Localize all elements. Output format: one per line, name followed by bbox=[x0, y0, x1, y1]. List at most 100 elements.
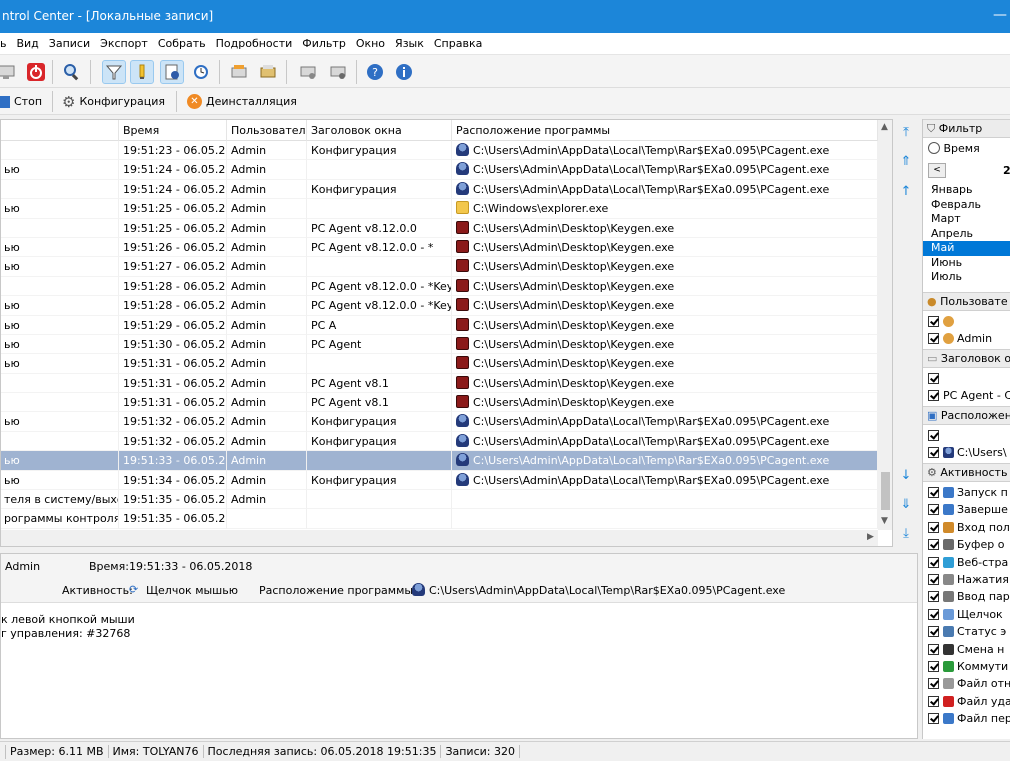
table-row[interactable]: 19:51:32 - 06.05.2018AdminКонфигурация C:… bbox=[1, 431, 878, 452]
column-activity[interactable] bbox=[1, 120, 119, 141]
window-filter-item[interactable]: PC Agent - C bbox=[923, 387, 1010, 404]
checkbox-icon[interactable] bbox=[928, 556, 939, 568]
location-filter-header[interactable]: ▣ Расположен bbox=[923, 406, 1010, 425]
activity-filter-item[interactable]: Файл уда bbox=[923, 693, 1010, 710]
config-button[interactable]: ⚙ Конфигурация bbox=[62, 91, 165, 112]
month-item[interactable]: Июнь bbox=[923, 256, 1010, 271]
power-icon[interactable] bbox=[24, 60, 48, 84]
table-row[interactable]: ью19:51:28 - 06.05.2018AdminPC Agent v8.… bbox=[1, 296, 878, 316]
table-row[interactable]: 19:51:31 - 06.05.2018AdminPC Agent v8.1 C… bbox=[1, 373, 878, 394]
checkbox-icon[interactable] bbox=[928, 713, 939, 725]
menu-export[interactable]: Экспорт bbox=[95, 37, 153, 50]
checkbox-icon[interactable] bbox=[928, 447, 939, 458]
column-window-title[interactable]: Заголовок окна bbox=[307, 120, 452, 141]
activity-filter-item[interactable]: Запуск п bbox=[923, 484, 1010, 501]
go-last-icon[interactable]: ⤓ bbox=[899, 527, 913, 541]
user-filter-item[interactable]: Admin bbox=[923, 330, 1010, 347]
activity-filter-item[interactable]: Щелчок bbox=[923, 606, 1010, 623]
table-row[interactable]: ью19:51:25 - 06.05.2018Admin C:\Windows\e… bbox=[1, 199, 878, 219]
horizontal-scrollbar[interactable]: ▶ bbox=[1, 530, 878, 546]
window-title-filter-header[interactable]: ▭ Заголовок о bbox=[923, 349, 1010, 368]
checkbox-icon[interactable] bbox=[928, 333, 939, 344]
table-row[interactable]: ью19:51:26 - 06.05.2018AdminPC Agent v8.… bbox=[1, 237, 878, 258]
checkbox-icon[interactable] bbox=[928, 430, 939, 441]
table-row[interactable]: 19:51:25 - 06.05.2018AdminPC Agent v8.12… bbox=[1, 218, 878, 238]
month-item[interactable]: Февраль bbox=[923, 198, 1010, 213]
info-icon[interactable] bbox=[392, 60, 416, 84]
menu-view[interactable]: Вид bbox=[11, 37, 43, 50]
menu-details[interactable]: Подробности bbox=[211, 37, 298, 50]
table-row[interactable]: ью19:51:30 - 06.05.2018AdminPC Agent C:\U… bbox=[1, 334, 878, 355]
table-row[interactable]: ью19:51:32 - 06.05.2018AdminКонфигурация… bbox=[1, 412, 878, 432]
activity-filter-item[interactable]: Нажатия bbox=[923, 571, 1010, 588]
menu-filter[interactable]: Фильтр bbox=[297, 37, 351, 50]
checkbox-icon[interactable] bbox=[928, 661, 939, 672]
month-item[interactable]: Март bbox=[923, 212, 1010, 227]
scroll-right-icon[interactable]: ▶ bbox=[867, 532, 874, 542]
clock-icon[interactable] bbox=[189, 60, 213, 84]
checkbox-icon[interactable] bbox=[928, 626, 939, 638]
checkbox-icon[interactable] bbox=[928, 373, 939, 384]
checkbox-icon[interactable] bbox=[928, 504, 939, 516]
checkbox-icon[interactable] bbox=[928, 608, 939, 620]
table-row[interactable]: 19:51:28 - 06.05.2018AdminPC Agent v8.12… bbox=[1, 276, 878, 297]
activity-filter-item[interactable]: Ввод пар bbox=[923, 588, 1010, 605]
table-row[interactable]: ью19:51:29 - 06.05.2018AdminPC A C:\Users… bbox=[1, 315, 878, 335]
month-item[interactable]: Май bbox=[923, 241, 1010, 256]
search-icon[interactable] bbox=[60, 60, 84, 84]
menu-window[interactable]: Окно bbox=[351, 37, 390, 50]
checkbox-icon[interactable] bbox=[928, 316, 939, 327]
document-user-icon[interactable] bbox=[160, 60, 184, 84]
menu-help[interactable]: Справка bbox=[429, 37, 487, 50]
checkbox-icon[interactable] bbox=[928, 487, 939, 498]
column-time[interactable]: Время bbox=[119, 120, 227, 141]
help-icon[interactable]: ? bbox=[363, 60, 387, 84]
go-first-icon[interactable]: ⤒ bbox=[899, 126, 913, 140]
activity-filter-item[interactable]: Статус э bbox=[923, 623, 1010, 640]
table-row[interactable]: 19:51:24 - 06.05.2018AdminКонфигурация C:… bbox=[1, 179, 878, 200]
location-filter-item[interactable]: C:\Users\ bbox=[923, 444, 1010, 461]
filter-icon[interactable] bbox=[102, 60, 126, 84]
checkbox-icon[interactable] bbox=[928, 643, 939, 655]
page-down-icon[interactable]: ⇓ bbox=[899, 498, 913, 512]
vertical-scrollbar[interactable]: ▲ ▼ bbox=[878, 120, 892, 530]
activity-filter-item[interactable]: Файл пер bbox=[923, 710, 1010, 727]
minimize-icon[interactable]: — bbox=[985, 0, 1010, 33]
scroll-down-icon[interactable]: ▼ bbox=[881, 516, 888, 526]
activity-filter-item[interactable]: Коммути bbox=[923, 658, 1010, 675]
activity-filter-item[interactable]: Смена н bbox=[923, 641, 1010, 658]
collect-icon[interactable] bbox=[256, 60, 280, 84]
activity-filter-item[interactable]: Вход пол bbox=[923, 519, 1010, 536]
menu-collect[interactable]: Собрать bbox=[153, 37, 211, 50]
scroll-thumb[interactable] bbox=[881, 472, 890, 510]
checkbox-icon[interactable] bbox=[928, 591, 939, 603]
menu-records[interactable]: Записи bbox=[44, 37, 95, 50]
month-item[interactable]: Январь bbox=[923, 183, 1010, 198]
table-row[interactable]: ью19:51:24 - 06.05.2018Admin C:\Users\Adm… bbox=[1, 160, 878, 180]
window-filter-item[interactable] bbox=[923, 370, 1010, 387]
table-row[interactable]: 19:51:23 - 06.05.2018AdminКонфигурация C:… bbox=[1, 141, 878, 161]
scroll-up-icon[interactable]: ▲ bbox=[881, 122, 888, 132]
table-row[interactable]: ью19:51:31 - 06.05.2018Admin C:\Users\Adm… bbox=[1, 354, 878, 374]
time-filter-header[interactable]: Время bbox=[923, 139, 1010, 159]
activity-filter-item[interactable]: Веб-стра bbox=[923, 554, 1010, 571]
menu-language[interactable]: Язык bbox=[390, 37, 429, 50]
month-item[interactable]: Июль bbox=[923, 270, 1010, 285]
table-row[interactable]: теля в систему/выход19:51:35 - 06.05.201… bbox=[1, 490, 878, 510]
menu-file[interactable]: ь bbox=[0, 37, 11, 50]
highlight-icon[interactable] bbox=[130, 60, 154, 84]
activity-filter-header[interactable]: ⚙ Активность bbox=[923, 463, 1010, 482]
page-up-icon[interactable]: ⇑ bbox=[899, 155, 913, 169]
table-row[interactable]: ью19:51:34 - 06.05.2018AdminКонфигурация… bbox=[1, 470, 878, 491]
table-row[interactable]: ью19:51:27 - 06.05.2018Admin C:\Users\Adm… bbox=[1, 257, 878, 277]
stop-button[interactable]: Стоп bbox=[0, 91, 42, 112]
table-row[interactable]: 19:51:31 - 06.05.2018AdminPC Agent v8.1 C… bbox=[1, 393, 878, 413]
computer-settings-icon[interactable] bbox=[296, 60, 320, 84]
month-item[interactable]: Апрель bbox=[923, 227, 1010, 242]
checkbox-icon[interactable] bbox=[928, 539, 939, 551]
checkbox-icon[interactable] bbox=[928, 695, 939, 707]
line-down-icon[interactable]: ↓ bbox=[899, 469, 913, 483]
checkbox-icon[interactable] bbox=[928, 521, 939, 533]
user-filter-item[interactable] bbox=[923, 313, 1010, 330]
computer-icon[interactable] bbox=[0, 60, 18, 84]
